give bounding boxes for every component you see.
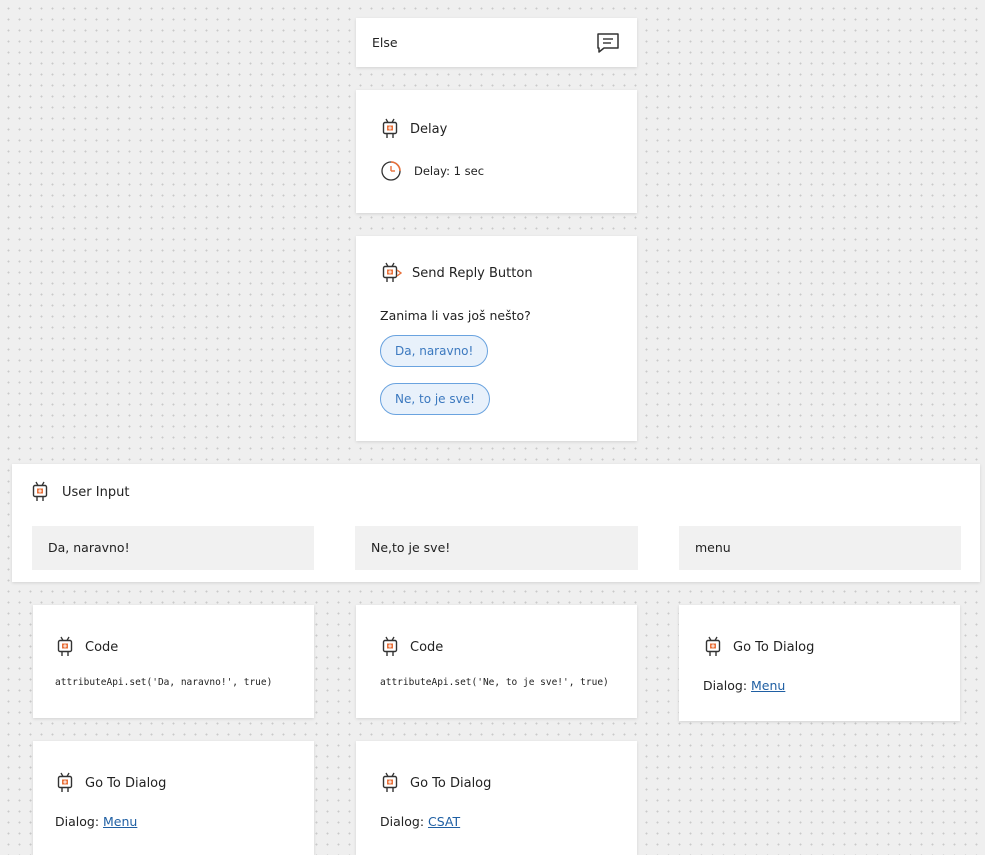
delay-card[interactable]: Delay Delay: 1 sec [356, 90, 637, 213]
chat-icon[interactable] [595, 31, 621, 55]
robot-icon [382, 118, 398, 139]
robot-icon [382, 772, 398, 793]
reply-button-da[interactable]: Da, naravno! [380, 335, 489, 367]
dialog-link-menu[interactable]: Menu [751, 678, 785, 693]
goto-title: Go To Dialog [733, 639, 815, 655]
user-input-option-menu[interactable]: menu [679, 526, 961, 570]
user-input-option-da[interactable]: Da, naravno! [32, 526, 314, 570]
dialog-prefix: Dialog: [703, 678, 748, 693]
code-snippet: attributeApi.set('Da, naravno!', true) [55, 677, 273, 688]
robot-icon [57, 636, 73, 657]
user-input-option-ne[interactable]: Ne,to je sve! [355, 526, 638, 570]
reply-question: Zanima li vas još nešto? [380, 308, 531, 323]
robot-input-icon [32, 481, 48, 502]
robot-send-icon [382, 262, 402, 283]
else-card[interactable]: Else [356, 18, 637, 67]
goto-dialog-card[interactable]: Go To Dialog Dialog: Menu [33, 741, 314, 855]
goto-dialog-card[interactable]: Go To Dialog Dialog: CSAT [356, 741, 637, 855]
else-label: Else [372, 35, 398, 50]
goto-title: Go To Dialog [85, 775, 167, 791]
reply-button-ne[interactable]: Ne, to je sve! [380, 383, 490, 415]
dialog-prefix: Dialog: [380, 814, 425, 829]
robot-icon [57, 772, 73, 793]
code-snippet: attributeApi.set('Ne, to je sve!', true) [380, 677, 609, 688]
send-reply-title: Send Reply Button [412, 265, 533, 281]
code-title: Code [410, 639, 444, 655]
delay-detail: Delay: 1 sec [414, 164, 485, 178]
send-reply-card[interactable]: Send Reply Button Zanima li vas još nešt… [356, 236, 637, 441]
robot-icon [705, 636, 721, 657]
goto-title: Go To Dialog [410, 775, 492, 791]
dialog-prefix: Dialog: [55, 814, 100, 829]
dialog-link-menu[interactable]: Menu [103, 814, 137, 829]
delay-title: Delay [410, 121, 448, 137]
dialog-link-csat[interactable]: CSAT [428, 814, 460, 829]
code-title: Code [85, 639, 119, 655]
goto-dialog-card[interactable]: Go To Dialog Dialog: Menu [679, 605, 960, 721]
code-card[interactable]: Code attributeApi.set('Da, naravno!', tr… [33, 605, 314, 718]
user-input-title: User Input [62, 484, 130, 500]
robot-icon [382, 636, 398, 657]
code-card[interactable]: Code attributeApi.set('Ne, to je sve!', … [356, 605, 637, 718]
clock-icon [381, 161, 401, 181]
